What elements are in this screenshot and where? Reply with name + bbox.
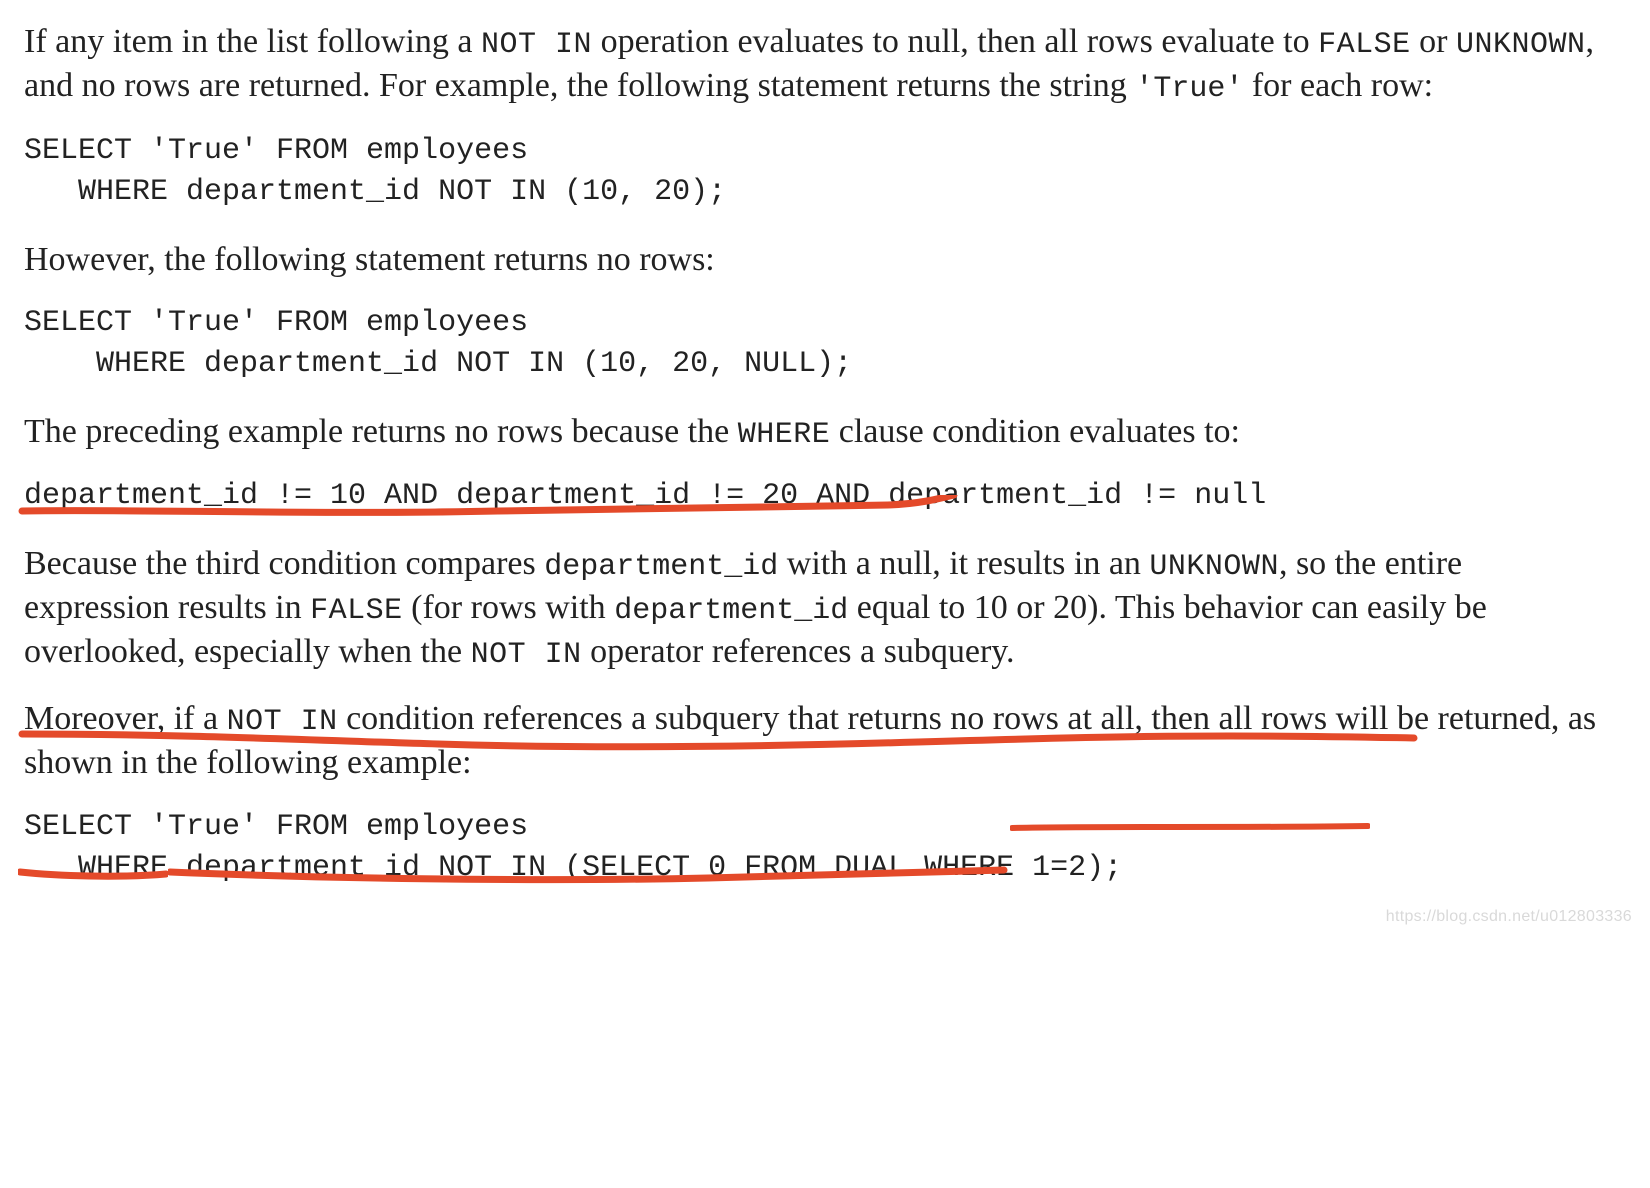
code-inline: department_id xyxy=(544,550,778,584)
code-inline: UNKNOWN xyxy=(1456,28,1586,62)
code-inline: NOT IN xyxy=(227,705,338,739)
code-inline: NOT IN xyxy=(481,28,592,62)
text: clause condition evaluates to: xyxy=(830,413,1240,450)
paragraph-4: Because the third condition compares dep… xyxy=(24,542,1614,675)
text: operator references a subquery. xyxy=(582,633,1015,670)
code-inline: FALSE xyxy=(310,594,403,628)
text: Because the third condition compares xyxy=(24,545,544,582)
code-inline: WHERE xyxy=(738,418,831,452)
code-inline: 'True' xyxy=(1135,72,1243,106)
text: for each row: xyxy=(1243,67,1433,104)
watermark: https://blog.csdn.net/u012803336 xyxy=(1386,908,1632,926)
code-block-2: SELECT 'True' FROM employees WHERE depar… xyxy=(24,303,1626,386)
text: with a null, it results in an xyxy=(778,545,1149,582)
text: The preceding example returns no rows be… xyxy=(24,413,738,450)
code-block-1: SELECT 'True' FROM employees WHERE depar… xyxy=(24,131,1626,214)
text: If any item in the list following a xyxy=(24,23,481,60)
code-inline: department_id xyxy=(614,594,848,628)
code-inline: FALSE xyxy=(1318,28,1411,62)
code-block-4: SELECT 'True' FROM employees WHERE depar… xyxy=(24,807,1626,890)
text: or xyxy=(1411,23,1456,60)
code-inline: NOT IN xyxy=(471,638,582,672)
paragraph-3: The preceding example returns no rows be… xyxy=(24,410,1614,454)
code-inline: UNKNOWN xyxy=(1149,550,1279,584)
paragraph-5: Moreover, if a NOT IN condition referenc… xyxy=(24,697,1614,785)
paragraph-1: If any item in the list following a NOT … xyxy=(24,20,1614,109)
text: operation evaluates to null, then all ro… xyxy=(592,23,1318,60)
paragraph-2: However, the following statement returns… xyxy=(24,238,1614,282)
text: Moreover, if a xyxy=(24,700,227,737)
code-block-3: department_id != 10 AND department_id !=… xyxy=(24,476,1626,517)
text: (for rows with xyxy=(403,589,615,626)
document-page: If any item in the list following a NOT … xyxy=(0,0,1650,938)
